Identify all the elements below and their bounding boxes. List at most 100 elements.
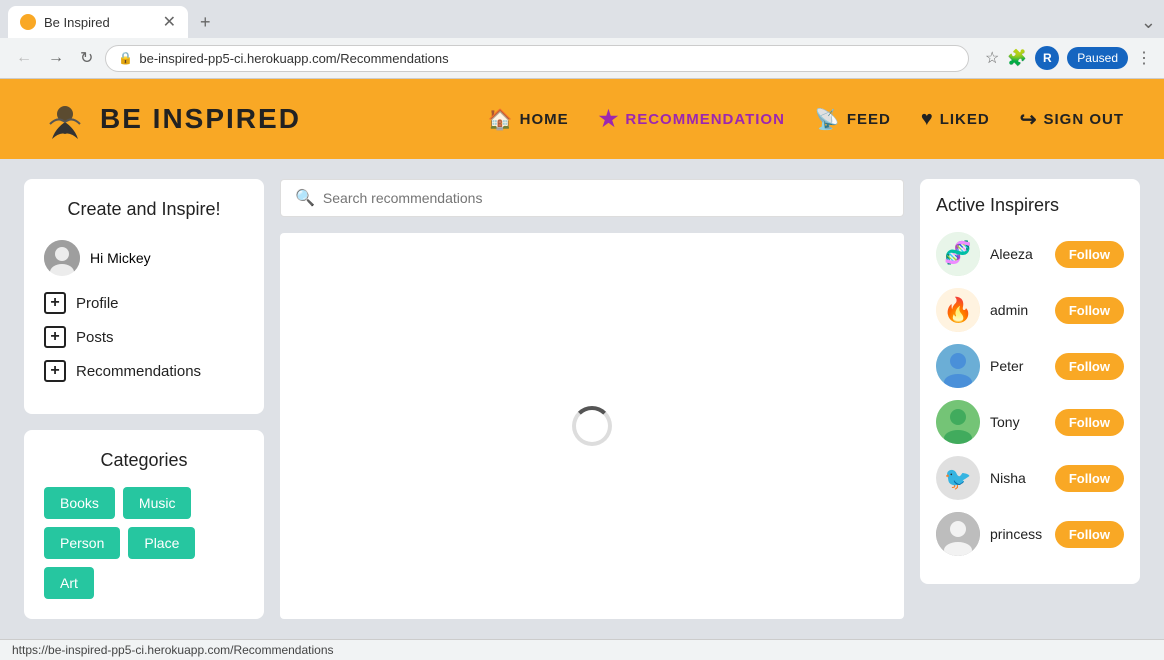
inspirers-card: Active Inspirers 🧬 Aleeza Follow — [920, 179, 1140, 584]
nav-signout-label: SIGN OUT — [1043, 111, 1124, 128]
category-music[interactable]: Music — [123, 487, 192, 519]
paused-button[interactable]: Paused — [1067, 47, 1128, 69]
recommendations-label: Recommendations — [76, 363, 201, 380]
address-bar: ← → ↻ 🔒 be-inspired-pp5-ci.herokuapp.com… — [0, 38, 1164, 79]
right-sidebar: Active Inspirers 🧬 Aleeza Follow — [920, 179, 1140, 619]
inspirers-title: Active Inspirers — [936, 195, 1124, 216]
svg-text:🔥: 🔥 — [943, 296, 973, 324]
tab-close-button[interactable]: ✕ — [163, 12, 176, 32]
avatar-princess — [936, 512, 980, 556]
tab-title: Be Inspired — [44, 15, 155, 30]
inspirer-name-peter: Peter — [990, 358, 1045, 374]
posts-link[interactable]: + Posts — [44, 326, 244, 348]
logo[interactable]: BE INSPIRED — [40, 94, 301, 144]
user-row: Hi Mickey — [44, 240, 244, 276]
logo-text: BE INSPIRED — [100, 103, 301, 135]
avatar-nisha: 🐦 — [936, 456, 980, 500]
main-content: 🔍 — [280, 179, 904, 619]
browser-window: Be Inspired ✕ + ⌄ ← → ↻ 🔒 be-inspired-pp… — [0, 0, 1164, 660]
category-place[interactable]: Place — [128, 527, 195, 559]
tab-more-button[interactable]: ⌄ — [1141, 12, 1156, 33]
left-sidebar: Create and Inspire! Hi Mickey + Profile — [24, 179, 264, 619]
back-button[interactable]: ← — [12, 45, 36, 71]
category-books[interactable]: Books — [44, 487, 115, 519]
new-tab-button[interactable]: + — [192, 8, 219, 37]
loading-container — [280, 233, 904, 619]
inspirer-row-admin: 🔥 admin Follow — [936, 288, 1124, 332]
inspirer-name-aleeza: Aleeza — [990, 246, 1045, 262]
posts-label: Posts — [76, 329, 114, 346]
follow-button-nisha[interactable]: Follow — [1055, 465, 1124, 492]
nav-signout[interactable]: ↪ SIGN OUT — [1020, 107, 1124, 132]
follow-button-aleeza[interactable]: Follow — [1055, 241, 1124, 268]
page-content: Create and Inspire! Hi Mickey + Profile — [0, 159, 1164, 639]
nav-feed[interactable]: 📡 FEED — [815, 107, 891, 132]
inspirer-name-princess: princess — [990, 526, 1045, 542]
plus-icon-2: + — [44, 326, 66, 348]
user-greeting: Hi Mickey — [90, 250, 151, 266]
main-nav: 🏠 HOME ★ RECOMMENDATION 📡 FEED ♥ LIKED ↪… — [488, 106, 1124, 132]
avatar-tony — [936, 400, 980, 444]
inspirer-row-peter: Peter Follow — [936, 344, 1124, 388]
heart-icon: ♥ — [921, 108, 934, 131]
nav-home[interactable]: 🏠 HOME — [488, 107, 569, 132]
nav-recommendation-label: RECOMMENDATION — [625, 111, 785, 128]
inspirer-name-tony: Tony — [990, 414, 1045, 430]
categories-card: Categories Books Music Person Place Art — [24, 430, 264, 619]
follow-button-tony[interactable]: Follow — [1055, 409, 1124, 436]
status-url: https://be-inspired-pp5-ci.herokuapp.com… — [12, 643, 334, 657]
signout-icon: ↪ — [1020, 107, 1038, 132]
plus-icon: + — [44, 292, 66, 314]
active-tab: Be Inspired ✕ — [8, 6, 188, 38]
forward-button[interactable]: → — [44, 45, 68, 71]
url-input[interactable]: 🔒 be-inspired-pp5-ci.herokuapp.com/Recom… — [105, 45, 969, 72]
plus-icon-3: + — [44, 360, 66, 382]
toolbar-icons: ☆ 🧩 R Paused ⋮ — [985, 46, 1152, 70]
app-header: BE INSPIRED 🏠 HOME ★ RECOMMENDATION 📡 FE… — [0, 79, 1164, 159]
follow-button-princess[interactable]: Follow — [1055, 521, 1124, 548]
inspirer-row-aleeza: 🧬 Aleeza Follow — [936, 232, 1124, 276]
categories-title: Categories — [44, 450, 244, 471]
inspirer-name-nisha: Nisha — [990, 470, 1045, 486]
nav-liked[interactable]: ♥ LIKED — [921, 108, 990, 131]
avatar-admin: 🔥 — [936, 288, 980, 332]
user-avatar — [44, 240, 80, 276]
loading-spinner — [572, 406, 612, 446]
recommendations-link[interactable]: + Recommendations — [44, 360, 244, 382]
logo-icon — [40, 94, 90, 144]
create-title: Create and Inspire! — [44, 199, 244, 220]
create-card: Create and Inspire! Hi Mickey + Profile — [24, 179, 264, 414]
search-input[interactable] — [323, 190, 889, 206]
svg-text:🐦: 🐦 — [944, 466, 971, 491]
extensions-icon[interactable]: 🧩 — [1007, 48, 1027, 68]
tab-favicon — [20, 14, 36, 30]
profile-button[interactable]: R — [1035, 46, 1059, 70]
refresh-button[interactable]: ↻ — [76, 44, 97, 72]
search-icon: 🔍 — [295, 188, 315, 208]
inspirer-name-admin: admin — [990, 302, 1045, 318]
avatar-aleeza: 🧬 — [936, 232, 980, 276]
inspirer-row-nisha: 🐦 Nisha Follow — [936, 456, 1124, 500]
tab-bar: Be Inspired ✕ + ⌄ — [0, 0, 1164, 38]
follow-button-admin[interactable]: Follow — [1055, 297, 1124, 324]
lock-icon: 🔒 — [118, 51, 133, 65]
star-icon: ★ — [599, 106, 620, 132]
menu-icon[interactable]: ⋮ — [1136, 48, 1152, 68]
avatar-peter — [936, 344, 980, 388]
category-art[interactable]: Art — [44, 567, 94, 599]
profile-label: Profile — [76, 295, 119, 312]
category-tags: Books Music Person Place Art — [44, 487, 244, 599]
profile-link[interactable]: + Profile — [44, 292, 244, 314]
nav-home-label: HOME — [520, 111, 569, 128]
status-bar: https://be-inspired-pp5-ci.herokuapp.com… — [0, 639, 1164, 660]
feed-icon: 📡 — [815, 107, 841, 132]
nav-feed-label: FEED — [847, 111, 891, 128]
home-icon: 🏠 — [488, 107, 514, 132]
search-bar: 🔍 — [280, 179, 904, 217]
bookmark-icon[interactable]: ☆ — [985, 48, 999, 68]
follow-button-peter[interactable]: Follow — [1055, 353, 1124, 380]
nav-recommendation[interactable]: ★ RECOMMENDATION — [599, 106, 785, 132]
category-person[interactable]: Person — [44, 527, 120, 559]
inspirer-row-princess: princess Follow — [936, 512, 1124, 556]
url-text: be-inspired-pp5-ci.herokuapp.com/Recomme… — [139, 51, 448, 66]
